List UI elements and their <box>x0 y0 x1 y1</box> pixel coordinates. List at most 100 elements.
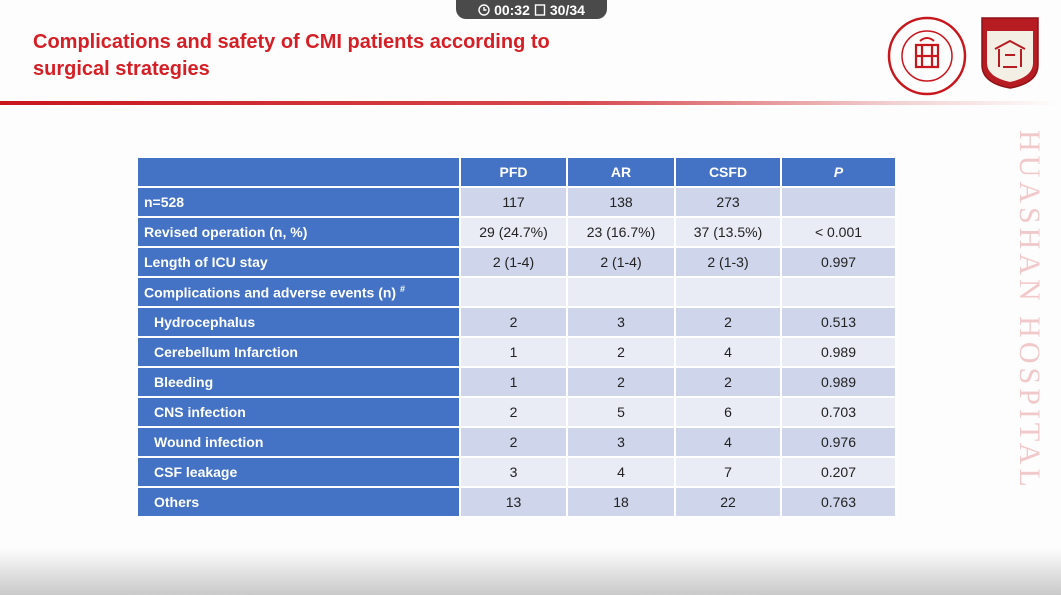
table-cell: 2 <box>566 366 676 398</box>
table-cell: 7 <box>674 456 782 488</box>
table-cell: 2 (1-4) <box>566 246 676 278</box>
table-row: CNS infection 2 5 6 0.703 <box>136 396 897 428</box>
table-cell: 3 <box>459 456 568 488</box>
header-cell-pfd: PFD <box>459 156 568 188</box>
table-header-row: PFD AR CSFD P <box>136 156 897 188</box>
header-cell-label <box>136 156 461 188</box>
table-cell: 0.513 <box>780 306 897 338</box>
fudan-university-logo <box>887 16 967 96</box>
table-cell: 22 <box>674 486 782 518</box>
table-body: n=528 117 138 273 Revised operation (n, %) 29… <box>136 186 897 518</box>
huashan-hospital-logo <box>981 17 1039 89</box>
title-divider <box>0 101 1061 105</box>
row-label: Bleeding <box>136 366 461 398</box>
table-row: Cerebellum Infarction 1 2 4 0.989 <box>136 336 897 368</box>
row-label-text: Length of ICU stay <box>144 254 268 270</box>
table-cell: 2 <box>459 306 568 338</box>
table-cell: 1 <box>459 336 568 368</box>
row-label: CNS infection <box>136 396 461 428</box>
table-cell: 5 <box>566 396 676 428</box>
table-row: n=528 117 138 273 <box>136 186 897 218</box>
table-cell: 0.703 <box>780 396 897 428</box>
header-cell-csfd: CSFD <box>674 156 782 188</box>
row-label-text: Others <box>154 494 200 510</box>
slide-title-line-2: surgical strategies <box>33 58 210 80</box>
table-cell: 0.989 <box>780 366 897 398</box>
header-cell-ar: AR <box>566 156 676 188</box>
row-label-text: n=528 <box>144 194 185 210</box>
table-row: Revised operation (n, %) 29 (24.7%) 23 (16… <box>136 216 897 248</box>
table-cell: 2 (1-3) <box>674 246 782 278</box>
hospital-watermark: HUASHAN HOSPITAL <box>1016 130 1046 491</box>
row-label-text: Hydrocephalus <box>154 314 256 330</box>
table-cell <box>459 276 568 308</box>
row-label: CSF leakage <box>136 456 461 488</box>
slide-title: Complications and safety of CMI patients… <box>33 29 653 83</box>
table-cell: 3 <box>566 306 676 338</box>
table-row: Others 13 18 22 0.763 <box>136 486 897 518</box>
table-cell: 6 <box>674 396 782 428</box>
table-cell: 2 <box>459 426 568 458</box>
table-cell: 29 (24.7%) <box>459 216 568 248</box>
row-label: Others <box>136 486 461 518</box>
row-label-text: Cerebellum Infarction <box>154 344 298 360</box>
playback-time: 00:32 <box>494 1 530 18</box>
table-cell: < 0.001 <box>780 216 897 248</box>
table-cell: 0.989 <box>780 336 897 368</box>
player-status-bar: 00:32 30/34 <box>456 0 607 19</box>
row-label-text: Wound infection <box>154 434 264 450</box>
complications-table: PFD AR CSFD P n=528 117 138 273 Revised oper… <box>136 156 897 518</box>
row-label-text: CSF leakage <box>154 464 238 480</box>
table-cell: 2 <box>459 396 568 428</box>
row-label: Wound infection <box>136 426 461 458</box>
row-label: Length of ICU stay <box>136 246 461 278</box>
slide-title-line-1: Complications and safety of CMI patients… <box>33 31 550 53</box>
table-cell: 2 <box>566 336 676 368</box>
row-label: n=528 <box>136 186 461 218</box>
video-bottom-gradient <box>0 548 1061 595</box>
table-row: Complications and adverse events (n) # <box>136 276 897 308</box>
slide-icon <box>534 3 546 16</box>
table-row: Hydrocephalus 2 3 2 0.513 <box>136 306 897 338</box>
footnote-marker: # <box>399 283 405 294</box>
table-row: Wound infection 2 3 4 0.976 <box>136 426 897 458</box>
table-cell: 2 <box>674 306 782 338</box>
table-cell: 0.763 <box>780 486 897 518</box>
table-cell: 4 <box>674 426 782 458</box>
row-label-text: Bleeding <box>154 374 214 390</box>
table-cell: 4 <box>566 456 676 488</box>
table-cell: 4 <box>674 336 782 368</box>
row-label: Revised operation (n, %) <box>136 216 461 248</box>
table-cell: 1 <box>459 366 568 398</box>
table-cell: 3 <box>566 426 676 458</box>
table-cell: 0.997 <box>780 246 897 278</box>
row-label-text: CNS infection <box>154 404 246 420</box>
table-cell: 0.976 <box>780 426 897 458</box>
row-label-text: Revised operation (n, %) <box>144 224 308 240</box>
table-cell: 18 <box>566 486 676 518</box>
row-label-text: Complications and adverse events (n) <box>144 284 397 301</box>
table-cell <box>780 276 897 308</box>
row-label: Hydrocephalus <box>136 306 461 338</box>
table-row: CSF leakage 3 4 7 0.207 <box>136 456 897 488</box>
table-cell: 0.207 <box>780 456 897 488</box>
table-cell: 2 (1-4) <box>459 246 568 278</box>
table-cell: 273 <box>674 186 782 218</box>
table-cell: 13 <box>459 486 568 518</box>
table-cell: 23 (16.7%) <box>566 216 676 248</box>
table-cell: 2 <box>674 366 782 398</box>
table-cell <box>780 186 897 218</box>
row-label: Complications and adverse events (n) # <box>136 276 461 308</box>
table-cell: 37 (13.5%) <box>674 216 782 248</box>
table-row: Length of ICU stay 2 (1-4) 2 (1-4) 2 (1-3) 0… <box>136 246 897 278</box>
table-cell: 117 <box>459 186 568 218</box>
table-cell <box>566 276 676 308</box>
row-label: Cerebellum Infarction <box>136 336 461 368</box>
slide: 00:32 30/34 Complications and safety of … <box>0 0 1061 595</box>
table-row: Bleeding 1 2 2 0.989 <box>136 366 897 398</box>
slide-counter: 30/34 <box>549 1 585 18</box>
header-cell-p: P <box>780 156 897 188</box>
table-cell <box>674 276 782 308</box>
table-cell: 138 <box>566 186 676 218</box>
clock-icon <box>478 3 490 16</box>
